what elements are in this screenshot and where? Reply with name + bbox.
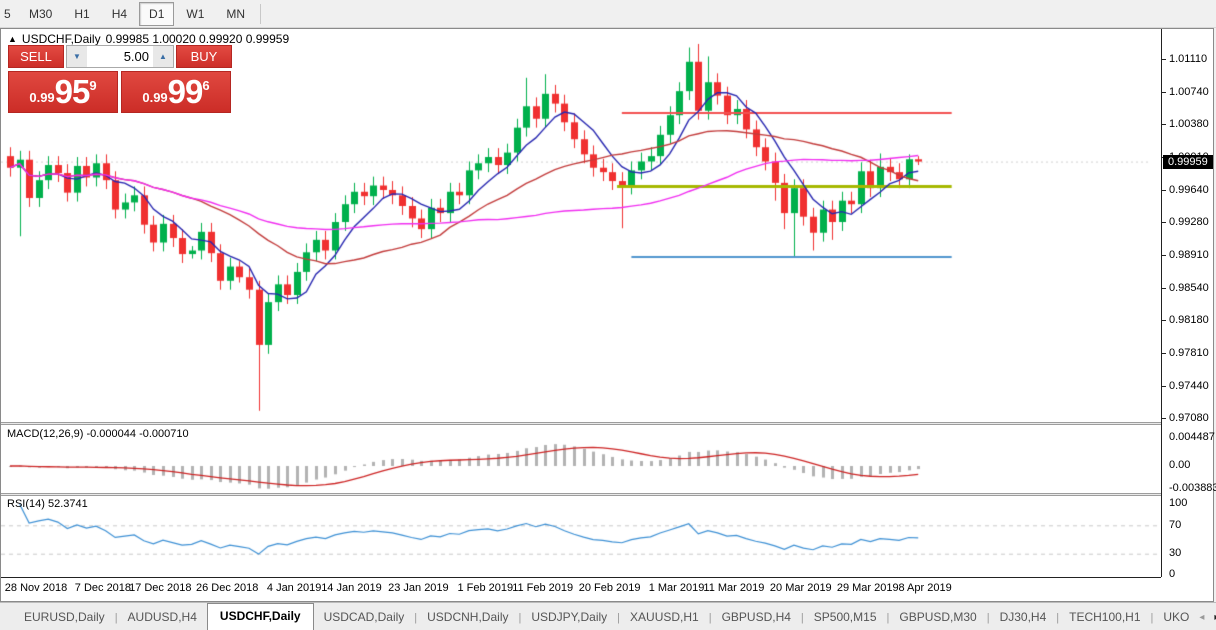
- chart-tab-xauusd-h1[interactable]: XAUUSD,H1: [620, 605, 709, 630]
- sell-price-big: 95: [55, 74, 90, 110]
- price-axis-label: 0.98910: [1169, 249, 1209, 261]
- price-axis-tick: [1162, 59, 1166, 60]
- sell-button[interactable]: SELL: [8, 45, 64, 68]
- macd-label: MACD(12,26,9) -0.000044 -0.000710: [7, 428, 189, 440]
- timeframe-toolbar: 5M30H1H4D1W1MN: [0, 0, 1216, 28]
- price-axis-label: 0.99640: [1169, 184, 1209, 196]
- buy-price-prefix: 0.99: [142, 90, 167, 105]
- chart-tab-bar: EURUSD,Daily|AUDUSD,H4USDCHF,DailyUSDCAD…: [0, 602, 1216, 630]
- date-axis-label: 8 Apr 2019: [898, 582, 951, 594]
- rsi-axis-label: 70: [1169, 519, 1181, 531]
- price-axis-label: 0.98540: [1169, 282, 1209, 294]
- sell-price-pip: 9: [89, 78, 96, 93]
- price-axis[interactable]: 0.99959 1.011101.007401.003801.000100.99…: [1161, 29, 1213, 577]
- rsi-axis-label: 0: [1169, 568, 1175, 580]
- date-axis-label: 1 Mar 2019: [649, 582, 705, 594]
- chart-tab-sp500-m15[interactable]: SP500,M15: [804, 605, 887, 630]
- chart-tab-usdcad-daily[interactable]: USDCAD,Daily: [314, 605, 415, 630]
- timeframe-button-MN[interactable]: MN: [216, 2, 255, 26]
- timeframe-button-H4[interactable]: H4: [102, 2, 137, 26]
- date-axis-label: 20 Feb 2019: [579, 582, 641, 594]
- chart-tab-usdjpy-daily[interactable]: USDJPY,Daily: [521, 605, 617, 630]
- chart-tab-gbpusd-h4[interactable]: GBPUSD,H4: [712, 605, 801, 630]
- price-axis-tick: [1162, 418, 1166, 419]
- price-axis-label: 1.00380: [1169, 118, 1209, 130]
- price-axis-tick: [1162, 190, 1166, 191]
- price-axis-label: 0.99280: [1169, 216, 1209, 228]
- timeframe-button-5[interactable]: 5: [1, 2, 17, 26]
- rsi-axis-label: 100: [1169, 497, 1187, 509]
- tabs-scroll-left-icon[interactable]: ◂: [1199, 612, 1204, 623]
- price-axis-label: 1.00740: [1169, 86, 1209, 98]
- chart-tab-audusd-h4[interactable]: AUDUSD,H4: [118, 605, 207, 630]
- date-axis-label: 7 Dec 2018: [75, 582, 131, 594]
- date-axis-label: 26 Dec 2018: [196, 582, 258, 594]
- price-axis-tick: [1162, 320, 1166, 321]
- pane-resize-handle-1[interactable]: [1, 422, 1161, 425]
- price-axis-label: 0.97440: [1169, 380, 1209, 392]
- volume-down-icon[interactable]: ▼: [67, 46, 87, 67]
- price-axis-tick: [1162, 255, 1166, 256]
- collapse-triangle-icon[interactable]: ▲: [8, 34, 17, 44]
- macd-axis-label: 0.004487: [1169, 431, 1215, 443]
- date-axis-label: 23 Jan 2019: [388, 582, 449, 594]
- volume-input[interactable]: [87, 46, 153, 67]
- price-axis-tick: [1162, 386, 1166, 387]
- date-axis-label: 29 Mar 2019: [837, 582, 899, 594]
- chart-title: ▲ USDCHF,Daily 0.99985 1.00020 0.99920 0…: [8, 32, 289, 46]
- date-axis-label: 1 Feb 2019: [457, 582, 513, 594]
- chart-tab-dj30-h4[interactable]: DJ30,H4: [990, 605, 1057, 630]
- buy-price-big: 99: [168, 74, 203, 110]
- price-axis-label: 0.98180: [1169, 314, 1209, 326]
- price-axis-tick: [1162, 222, 1166, 223]
- chart-tab-eurusd-daily[interactable]: EURUSD,Daily: [14, 605, 115, 630]
- buy-button[interactable]: BUY: [176, 45, 232, 68]
- date-axis-label: 14 Jan 2019: [321, 582, 382, 594]
- price-axis-tick: [1162, 353, 1166, 354]
- date-axis-label: 28 Nov 2018: [5, 582, 67, 594]
- volume-stepper: ▼ ▲: [66, 45, 174, 68]
- timeframe-button-M30[interactable]: M30: [19, 2, 62, 26]
- timeframe-button-W1[interactable]: W1: [176, 2, 214, 26]
- chart-tab-tech100-h1[interactable]: TECH100,H1: [1059, 605, 1150, 630]
- rsi-label: RSI(14) 52.3741: [7, 498, 88, 510]
- date-axis-label: 17 Dec 2018: [129, 582, 191, 594]
- current-price-tag: 0.99959: [1163, 155, 1213, 169]
- chart-tab-gbpusd-m30[interactable]: GBPUSD,M30: [889, 605, 986, 630]
- date-axis[interactable]: 28 Nov 2018 7 Dec 201817 Dec 2018 26 Dec 2…: [1, 577, 1161, 600]
- rsi-axis-label: 30: [1169, 547, 1181, 559]
- sell-price-prefix: 0.99: [29, 90, 54, 105]
- date-axis-label: 20 Mar 2019: [770, 582, 832, 594]
- timeframe-button-H1[interactable]: H1: [64, 2, 99, 26]
- chart-tab-usdchf-daily[interactable]: USDCHF,Daily: [207, 603, 314, 630]
- date-axis-label: 4 Jan 2019: [267, 582, 321, 594]
- chart-tab-usdcnh-daily[interactable]: USDCNH,Daily: [417, 605, 518, 630]
- volume-up-icon[interactable]: ▲: [153, 46, 173, 67]
- chart-symbol-label: USDCHF,Daily: [22, 32, 101, 46]
- buy-price-pip: 6: [202, 78, 209, 93]
- chart-window: ▲ USDCHF,Daily 0.99985 1.00020 0.99920 0…: [0, 28, 1214, 602]
- price-axis-tick: [1162, 124, 1166, 125]
- one-click-trade-panel: SELL ▼ ▲ BUY 0.99 95 9 0.99 99 6: [8, 45, 232, 113]
- price-axis-tick: [1162, 92, 1166, 93]
- timeframe-button-D1[interactable]: D1: [139, 2, 174, 26]
- price-axis-label: 1.01110: [1169, 53, 1207, 65]
- macd-axis-label: 0.00: [1169, 459, 1190, 471]
- toolbar-divider: [260, 4, 261, 24]
- buy-price-button[interactable]: 0.99 99 6: [121, 71, 231, 113]
- sell-price-button[interactable]: 0.99 95 9: [8, 71, 118, 113]
- price-axis-label: 0.97810: [1169, 347, 1209, 359]
- chart-ohlc-values: 0.99985 1.00020 0.99920 0.99959: [106, 32, 290, 46]
- chart-tab-uko[interactable]: UKO: [1153, 605, 1199, 630]
- rsi-pane-canvas[interactable]: [1, 496, 1161, 577]
- macd-axis-label: -0.003883: [1169, 482, 1216, 494]
- price-axis-tick: [1162, 288, 1166, 289]
- date-axis-label: 11 Feb 2019: [512, 582, 573, 594]
- price-axis-label: 0.97080: [1169, 412, 1209, 424]
- date-axis-label: 11 Mar 2019: [703, 582, 764, 594]
